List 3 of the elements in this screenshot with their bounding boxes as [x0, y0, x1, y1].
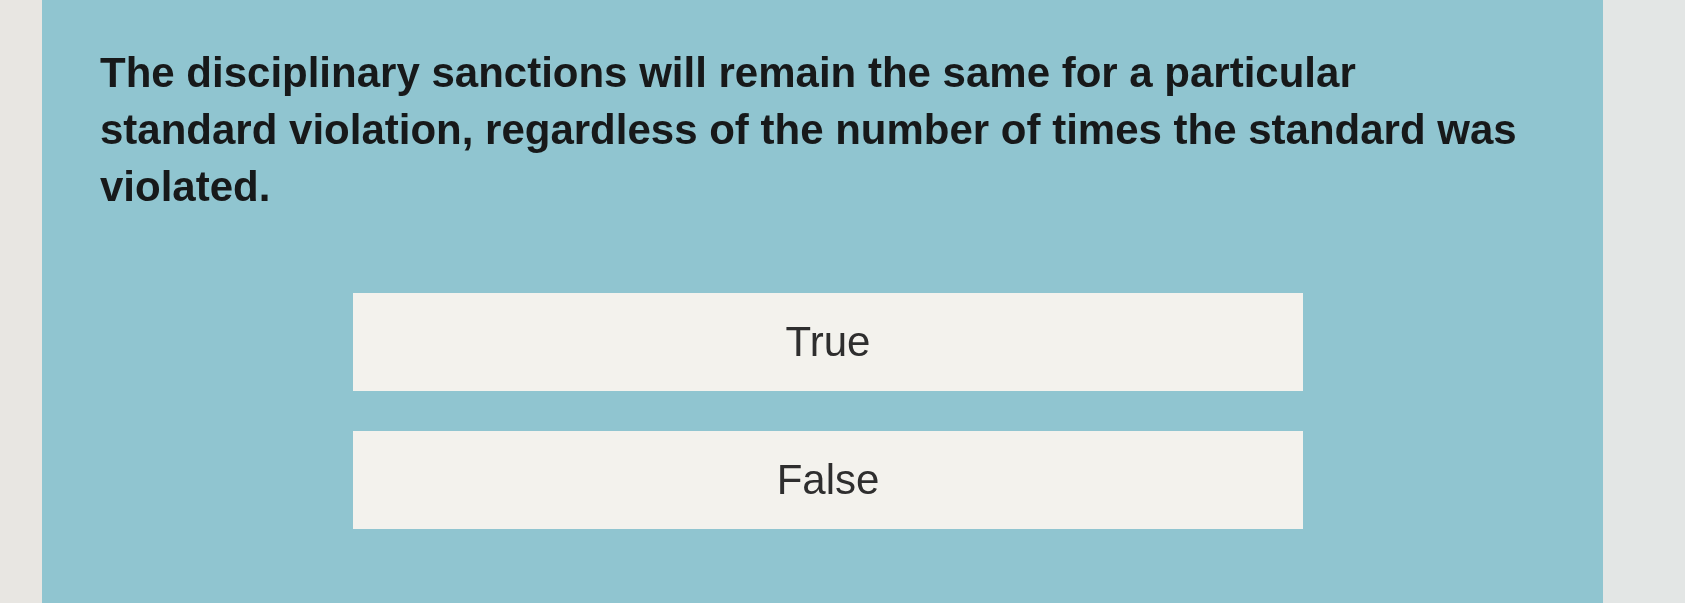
answer-option[interactable]: False — [353, 431, 1303, 529]
question-text: The disciplinary sanctions will remain the same for a particular standard violation, regardless of the number of times the standard was violated. — [100, 48, 1518, 212]
answer-option[interactable]: True — [353, 293, 1303, 391]
